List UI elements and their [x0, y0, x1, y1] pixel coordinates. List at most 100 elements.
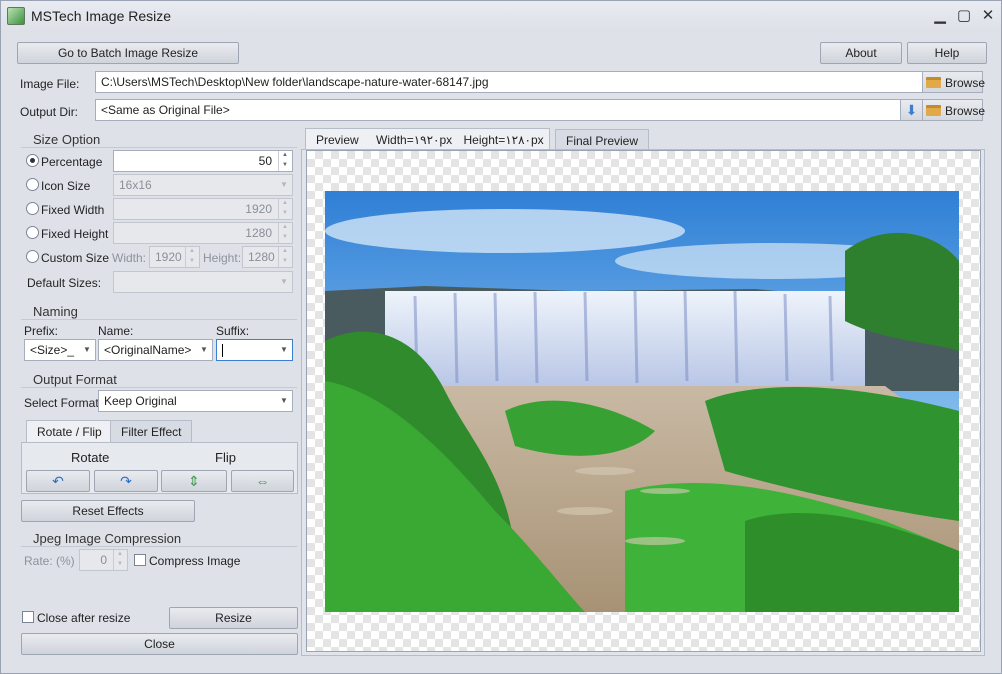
output-format-heading: Output Format: [33, 372, 117, 387]
rotate-right-icon[interactable]: ↷: [94, 470, 158, 492]
divider: [21, 147, 297, 148]
percentage-value: 50: [258, 154, 272, 168]
fixed-width-input[interactable]: 1920: [113, 198, 293, 220]
preview-height-text: Height=۱۲۸۰px: [463, 133, 544, 147]
spinner-icon[interactable]: [185, 247, 199, 267]
app-logo-icon: [7, 7, 25, 25]
icon-size-radio[interactable]: [26, 178, 39, 191]
percentage-input[interactable]: 50: [113, 150, 293, 172]
resize-button[interactable]: Resize: [169, 607, 298, 629]
output-browse-button[interactable]: Browse: [922, 99, 985, 121]
batch-resize-button[interactable]: Go to Batch Image Resize: [17, 42, 239, 64]
percentage-label: Percentage: [41, 155, 103, 169]
divider: [21, 319, 297, 320]
compress-image-label: Compress Image: [149, 554, 241, 568]
spinner-icon[interactable]: [278, 199, 292, 219]
flip-label: Flip: [215, 450, 236, 465]
image-browse-label: Browse: [945, 76, 986, 90]
percentage-radio[interactable]: [26, 154, 39, 167]
icon-size-value: 16x16: [119, 178, 152, 192]
select-format-label: Select Format:: [24, 396, 103, 410]
fixed-width-label: Fixed Width: [41, 203, 105, 217]
chevron-down-icon: ▼: [280, 277, 288, 286]
close-button[interactable]: Close: [21, 633, 298, 655]
compress-image-checkbox[interactable]: [134, 554, 146, 566]
close-after-resize-checkbox[interactable]: [22, 611, 34, 623]
custom-height-value: 1280: [248, 250, 275, 264]
icon-size-select[interactable]: 16x16 ▼: [113, 174, 293, 196]
fixed-height-input[interactable]: 1280: [113, 222, 293, 244]
default-sizes-label: Default Sizes:: [27, 276, 102, 290]
divider: [21, 387, 297, 388]
chevron-down-icon: ▼: [280, 345, 288, 354]
preview-tab-label: Preview: [316, 133, 359, 147]
chevron-down-icon: ▼: [280, 396, 288, 405]
custom-width-value: 1920: [155, 250, 182, 264]
prefix-value: <Size>_: [30, 343, 75, 357]
close-after-resize-label: Close after resize: [37, 611, 131, 625]
output-dir-input[interactable]: <Same as Original File>: [95, 99, 901, 121]
rotate-left-icon[interactable]: ↶: [26, 470, 90, 492]
prefix-select[interactable]: <Size>_ ▼: [24, 339, 96, 361]
about-button[interactable]: About: [820, 42, 902, 64]
tab-rotate-flip[interactable]: Rotate / Flip: [26, 420, 113, 442]
chevron-down-icon: ▼: [83, 345, 91, 354]
preview-image: [325, 191, 959, 612]
jpeg-heading: Jpeg Image Compression: [33, 531, 182, 546]
name-select[interactable]: <OriginalName> ▼: [98, 339, 213, 361]
custom-width-input[interactable]: 1920: [149, 246, 200, 268]
chevron-down-icon: ▼: [280, 180, 288, 189]
fixed-height-label: Fixed Height: [41, 227, 109, 241]
rate-label: Rate: (%): [24, 554, 75, 568]
image-browse-button[interactable]: Browse: [922, 71, 986, 93]
spinner-icon[interactable]: [278, 223, 292, 243]
name-label: Name:: [98, 324, 134, 338]
close-window-icon[interactable]: ✕: [976, 5, 1000, 27]
app-window: MSTech Image Resize ▁ ▢ ✕ Go to Batch Im…: [0, 0, 1002, 674]
tab-preview[interactable]: Preview Width=۱۹۲۰px Height=۱۲۸۰px: [305, 128, 550, 150]
image-file-input[interactable]: C:\Users\MSTech\Desktop\New folder\lands…: [95, 71, 923, 93]
prefix-label: Prefix:: [24, 324, 59, 338]
spinner-icon[interactable]: [278, 151, 292, 171]
tab-final-preview[interactable]: Final Preview: [555, 129, 650, 151]
format-select[interactable]: Keep Original ▼: [98, 390, 293, 412]
rate-value: 0: [100, 553, 107, 567]
tab-filter-effect[interactable]: Filter Effect: [110, 420, 193, 442]
suffix-select[interactable]: ▼: [216, 339, 293, 361]
maximize-icon[interactable]: ▢: [952, 5, 976, 27]
title-bar[interactable]: MSTech Image Resize ▁ ▢ ✕: [1, 1, 1001, 33]
flip-horizontal-icon[interactable]: ⇔: [231, 470, 294, 492]
help-button[interactable]: Help: [907, 42, 987, 64]
rate-input[interactable]: 0: [79, 549, 128, 571]
icon-size-label: Icon Size: [41, 179, 91, 193]
folder-icon: [926, 77, 941, 88]
reset-effects-button[interactable]: Reset Effects: [21, 500, 195, 522]
custom-height-input[interactable]: 1280: [242, 246, 293, 268]
output-dir-label: Output Dir:: [20, 105, 79, 119]
preview-width-text: Width=۱۹۲۰px: [376, 133, 453, 147]
minimize-icon[interactable]: ▁: [928, 5, 952, 27]
size-option-heading: Size Option: [33, 132, 101, 147]
fixed-width-radio[interactable]: [26, 202, 39, 215]
custom-width-label: Width:: [112, 251, 147, 265]
name-value: <OriginalName>: [104, 343, 192, 357]
chevron-down-icon: ▼: [200, 345, 208, 354]
format-value: Keep Original: [104, 394, 177, 408]
image-file-label: Image File:: [20, 77, 80, 91]
flip-vertical-icon[interactable]: ⇕: [161, 470, 227, 492]
fixed-height-radio[interactable]: [26, 226, 39, 239]
custom-height-label: Height:: [203, 251, 242, 265]
window-title: MSTech Image Resize: [31, 8, 172, 24]
text-cursor: [222, 344, 223, 358]
default-sizes-select[interactable]: ▼: [113, 271, 293, 293]
download-arrow-icon[interactable]: ⬇: [900, 99, 923, 121]
custom-size-radio[interactable]: [26, 250, 39, 263]
naming-heading: Naming: [33, 304, 78, 319]
rotate-label: Rotate: [71, 450, 110, 465]
fixed-height-value: 1280: [245, 226, 272, 240]
spinner-icon[interactable]: [278, 247, 292, 267]
custom-size-label: Custom Size: [41, 251, 110, 265]
divider: [21, 546, 297, 547]
spinner-icon[interactable]: [113, 550, 127, 570]
suffix-label: Suffix:: [216, 324, 250, 338]
